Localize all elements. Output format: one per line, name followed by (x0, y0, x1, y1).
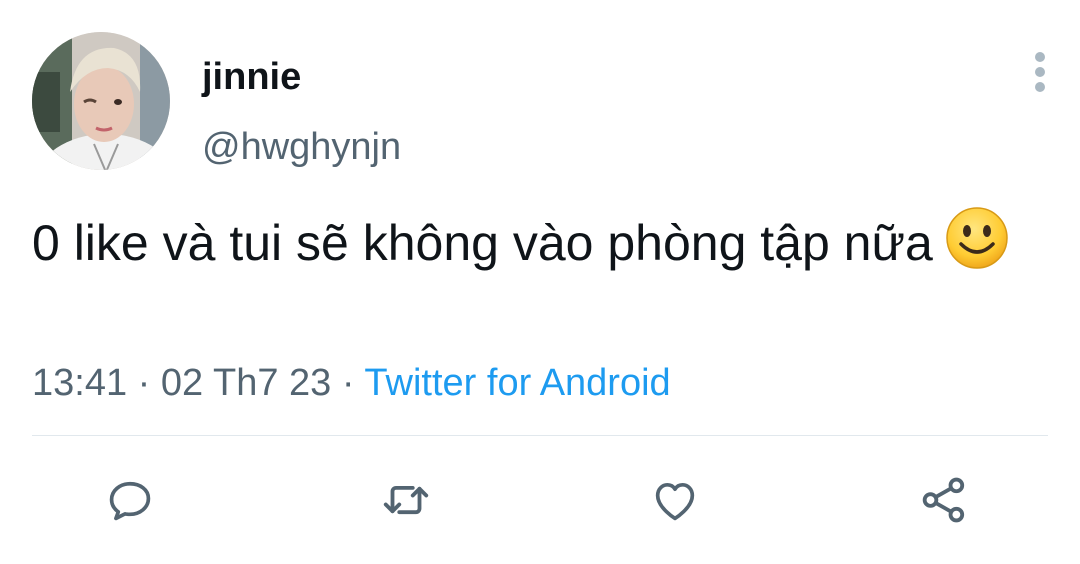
reply-icon (109, 481, 151, 521)
divider (32, 435, 1048, 436)
retweet-icon (383, 485, 429, 515)
tweet-time: 13:41 (32, 362, 128, 404)
share-icon (922, 477, 965, 523)
user-handle[interactable]: @hwghynjn (202, 124, 401, 170)
tweet-text: 0 like và tui sẽ không vào phòng tập nữa (32, 206, 1042, 277)
tweet-meta: 13:41 · 02 Th7 23 · Twitter for Android (32, 360, 671, 406)
reply-button[interactable] (100, 470, 160, 530)
retweet-button[interactable] (376, 470, 436, 530)
slightly-smiling-face-icon (946, 207, 1008, 269)
tweet-body: 0 like và tui sẽ không vào phòng tập nữa (32, 215, 933, 271)
menu-dot (1035, 67, 1045, 77)
share-button[interactable] (914, 470, 974, 530)
like-icon (655, 482, 695, 521)
menu-dot (1035, 52, 1045, 62)
avatar-photo (32, 32, 170, 170)
tweet-date: 02 Th7 23 (160, 362, 332, 404)
menu-dot (1035, 82, 1045, 92)
avatar[interactable] (32, 32, 170, 170)
display-name[interactable]: jinnie (202, 54, 301, 100)
tweet-source-link[interactable]: Twitter for Android (364, 362, 670, 404)
more-options-icon[interactable] (1024, 48, 1056, 96)
meta-separator: · (127, 362, 161, 404)
like-button[interactable] (645, 470, 705, 530)
meta-separator: · (331, 362, 365, 404)
tweet-actions (0, 470, 1080, 530)
